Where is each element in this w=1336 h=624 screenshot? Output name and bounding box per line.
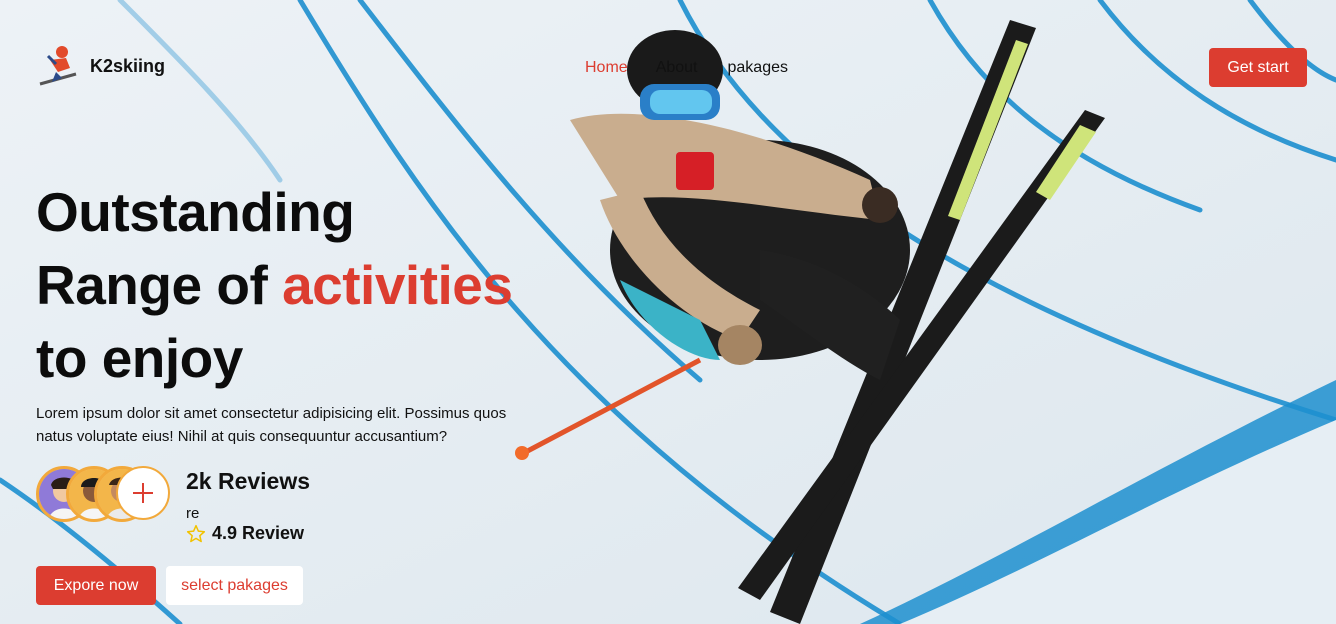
hero-description: Lorem ipsum dolor sit amet consectetur a… — [36, 405, 507, 445]
hero-title-accent: activities — [282, 254, 513, 316]
nav-link-pakages[interactable]: pakages — [728, 59, 789, 77]
hero-title-line1: Outstanding — [36, 181, 355, 243]
star-outline-icon — [186, 524, 206, 542]
skier-logo-icon — [39, 46, 77, 86]
hero-title: Outstanding Range of activities to enjoy — [36, 176, 513, 395]
rating-text: 4.9 Review — [212, 523, 305, 543]
hero-title-line2-prefix: Range of — [36, 254, 283, 316]
reviews-count: 2k Reviews — [186, 468, 311, 494]
reviews-subtext: re — [186, 505, 200, 522]
reviewer-avatars — [36, 466, 176, 522]
rating: 4.9 Review — [186, 523, 304, 544]
nav-link-home[interactable]: Home — [585, 59, 628, 77]
nav-link-about[interactable]: About — [656, 59, 698, 77]
brand-name: K2skiing — [90, 55, 166, 76]
get-start-button[interactable]: Get start — [1209, 48, 1307, 87]
brand-logo-link[interactable]: K2skiing — [36, 42, 165, 90]
hero-title-line3: to enjoy — [36, 327, 243, 389]
select-packages-button[interactable]: select pakages — [166, 566, 303, 605]
main-nav: Home About pakages — [585, 59, 818, 77]
explore-now-button[interactable]: Expore now — [36, 566, 156, 605]
more-reviewers-button[interactable] — [116, 466, 170, 520]
plus-icon — [133, 483, 153, 503]
